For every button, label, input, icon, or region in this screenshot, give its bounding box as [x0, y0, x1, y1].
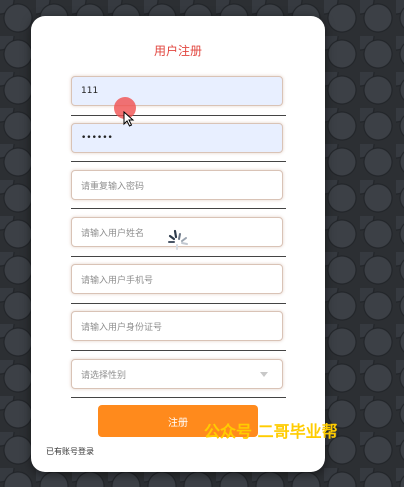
loading-spinner-icon — [168, 229, 188, 250]
name-placeholder: 请输入用户姓名 — [81, 228, 145, 239]
gender-select[interactable]: 请选择性别 — [71, 359, 283, 389]
chevron-down-icon — [260, 372, 268, 377]
divider — [71, 256, 286, 257]
username-input[interactable]: 111 — [71, 76, 283, 106]
cursor-icon — [123, 111, 135, 127]
divider — [71, 161, 286, 162]
password-value: •••••• — [81, 133, 113, 143]
confirm-password-input[interactable]: 请重复输入密码 — [71, 170, 283, 200]
confirm-password-placeholder: 请重复输入密码 — [81, 181, 145, 192]
login-link[interactable]: 已有账号登录 — [46, 446, 94, 457]
gender-placeholder: 请选择性别 — [81, 370, 127, 381]
id-number-placeholder: 请输入用户身份证号 — [81, 322, 163, 333]
phone-placeholder: 请输入用户手机号 — [81, 275, 154, 286]
password-input[interactable]: •••••• — [71, 123, 283, 153]
divider — [71, 303, 286, 304]
divider — [71, 397, 286, 398]
watermark: 公众号 二哥毕业帮 — [204, 422, 338, 441]
divider — [71, 208, 286, 209]
page-title: 用户注册 — [153, 44, 202, 58]
divider — [71, 350, 286, 351]
username-value: 111 — [81, 86, 99, 96]
id-number-input[interactable]: 请输入用户身份证号 — [71, 311, 283, 341]
phone-input[interactable]: 请输入用户手机号 — [71, 264, 283, 294]
divider — [71, 115, 286, 116]
